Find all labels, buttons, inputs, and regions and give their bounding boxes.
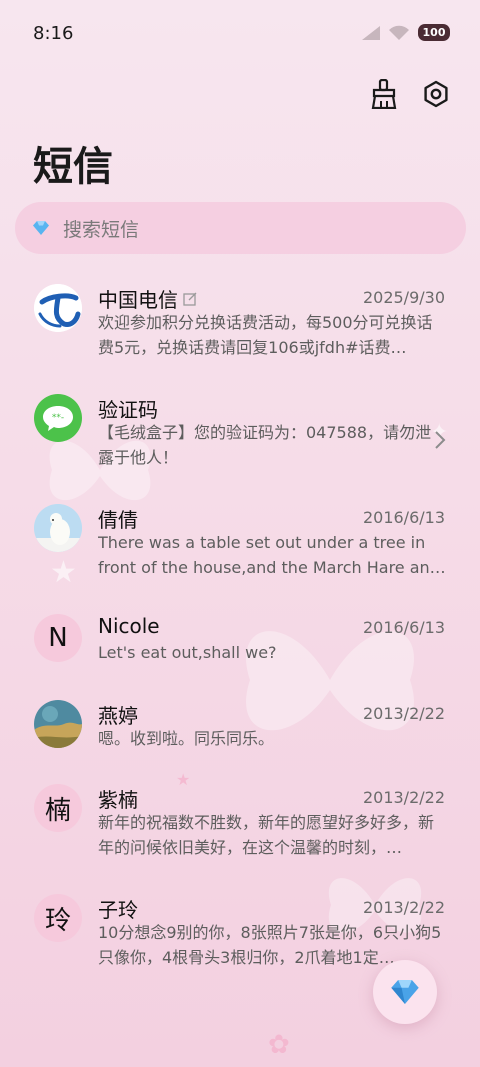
wifi-icon [389,25,409,40]
message-date: 2013/2/22 [362,898,445,917]
status-bar: 8:16 100 [0,0,480,66]
page-title: 短信 [33,144,113,190]
contact-name: 紫楠 [98,784,138,813]
message-date: 2016/6/13 [362,508,445,527]
gear-icon [424,80,448,108]
china-telecom-logo [34,284,82,332]
message-preview: Let's eat out,shall we? [98,643,277,662]
message-date: 2016/6/13 [362,618,445,637]
contact-name-text: 紫楠 [98,788,138,812]
diamond-icon [33,221,49,235]
contact-name: 子玲 [98,894,138,923]
landscape-photo [34,700,82,748]
signal-icon [362,25,380,40]
status-time: 8:16 [33,23,74,44]
contact-name-text: 中国电信 [98,288,178,312]
message-preview: There was a table set out under a tree i… [98,533,446,577]
svg-text:**-: **- [52,413,64,423]
avatar [34,504,82,552]
avatar [34,700,82,748]
contact-name-text: 子玲 [98,898,138,922]
polar-bear-photo [34,504,82,552]
avatar: 楠 [34,784,82,832]
message-preview: 嗯。收到啦。同乐同乐。 [98,729,275,748]
clean-button[interactable] [368,78,400,110]
contact-name: 倩倩 [98,504,138,533]
edit-badge-icon [183,292,197,306]
contact-name: 验证码 [98,394,158,423]
message-preview: 新年的祝福数不胜数，新年的愿望好多好多，新年的问候依旧美好，在这个温馨的时刻，… [98,813,435,857]
settings-button[interactable] [420,78,452,110]
broom-icon [371,79,397,109]
search-placeholder: 搜索短信 [63,218,140,241]
chevron-right-icon[interactable] [434,430,446,450]
contact-name: 中国电信 [98,284,198,313]
header-actions [368,78,452,110]
message-preview: 【毛绒盒子】您的验证码为：047588，请勿泄露于他人！ [98,423,432,467]
contact-name: 燕婷 [98,700,138,729]
theme-fab-button[interactable] [373,960,437,1024]
search-bar[interactable]: 搜索短信 [15,202,466,254]
message-bubble-icon: **- [43,406,73,431]
contact-name-text: Nicole [98,614,160,638]
battery-indicator: 100 [418,24,450,41]
contact-name-text: 燕婷 [98,704,138,728]
conversation-item[interactable]: 楠 紫楠 2013/2/22 新年的祝福数不胜数，新年的愿望好多好多，新年的问候… [0,770,480,878]
contact-name: Nicole [98,614,160,638]
contact-name-text: 倩倩 [98,508,138,532]
conversation-item[interactable]: **- 验证码 【毛绒盒子】您的验证码为：047588，请勿泄露于他人！ [0,380,480,488]
avatar: 玲 [34,894,82,942]
avatar [34,284,82,332]
message-date: 2025/9/30 [362,288,445,307]
star-decoration: ✿ [268,1030,290,1060]
conversation-item[interactable]: 中国电信 2025/9/30 欢迎参加积分兑换话费活动，每500分可兑换话费5元… [0,270,480,378]
message-preview: 欢迎参加积分兑换话费活动，每500分可兑换话费5元，兑换话费请回复106或jfd… [98,313,433,357]
status-icons: 100 [362,24,450,41]
contact-name-text: 验证码 [98,398,158,422]
diamond-icon [391,980,419,1004]
message-date: 2013/2/22 [362,788,445,807]
message-date: 2013/2/22 [362,704,445,723]
avatar: **- [34,394,82,442]
avatar: N [34,614,82,662]
conversation-item[interactable]: 倩倩 2016/6/13 There was a table set out u… [0,490,480,598]
